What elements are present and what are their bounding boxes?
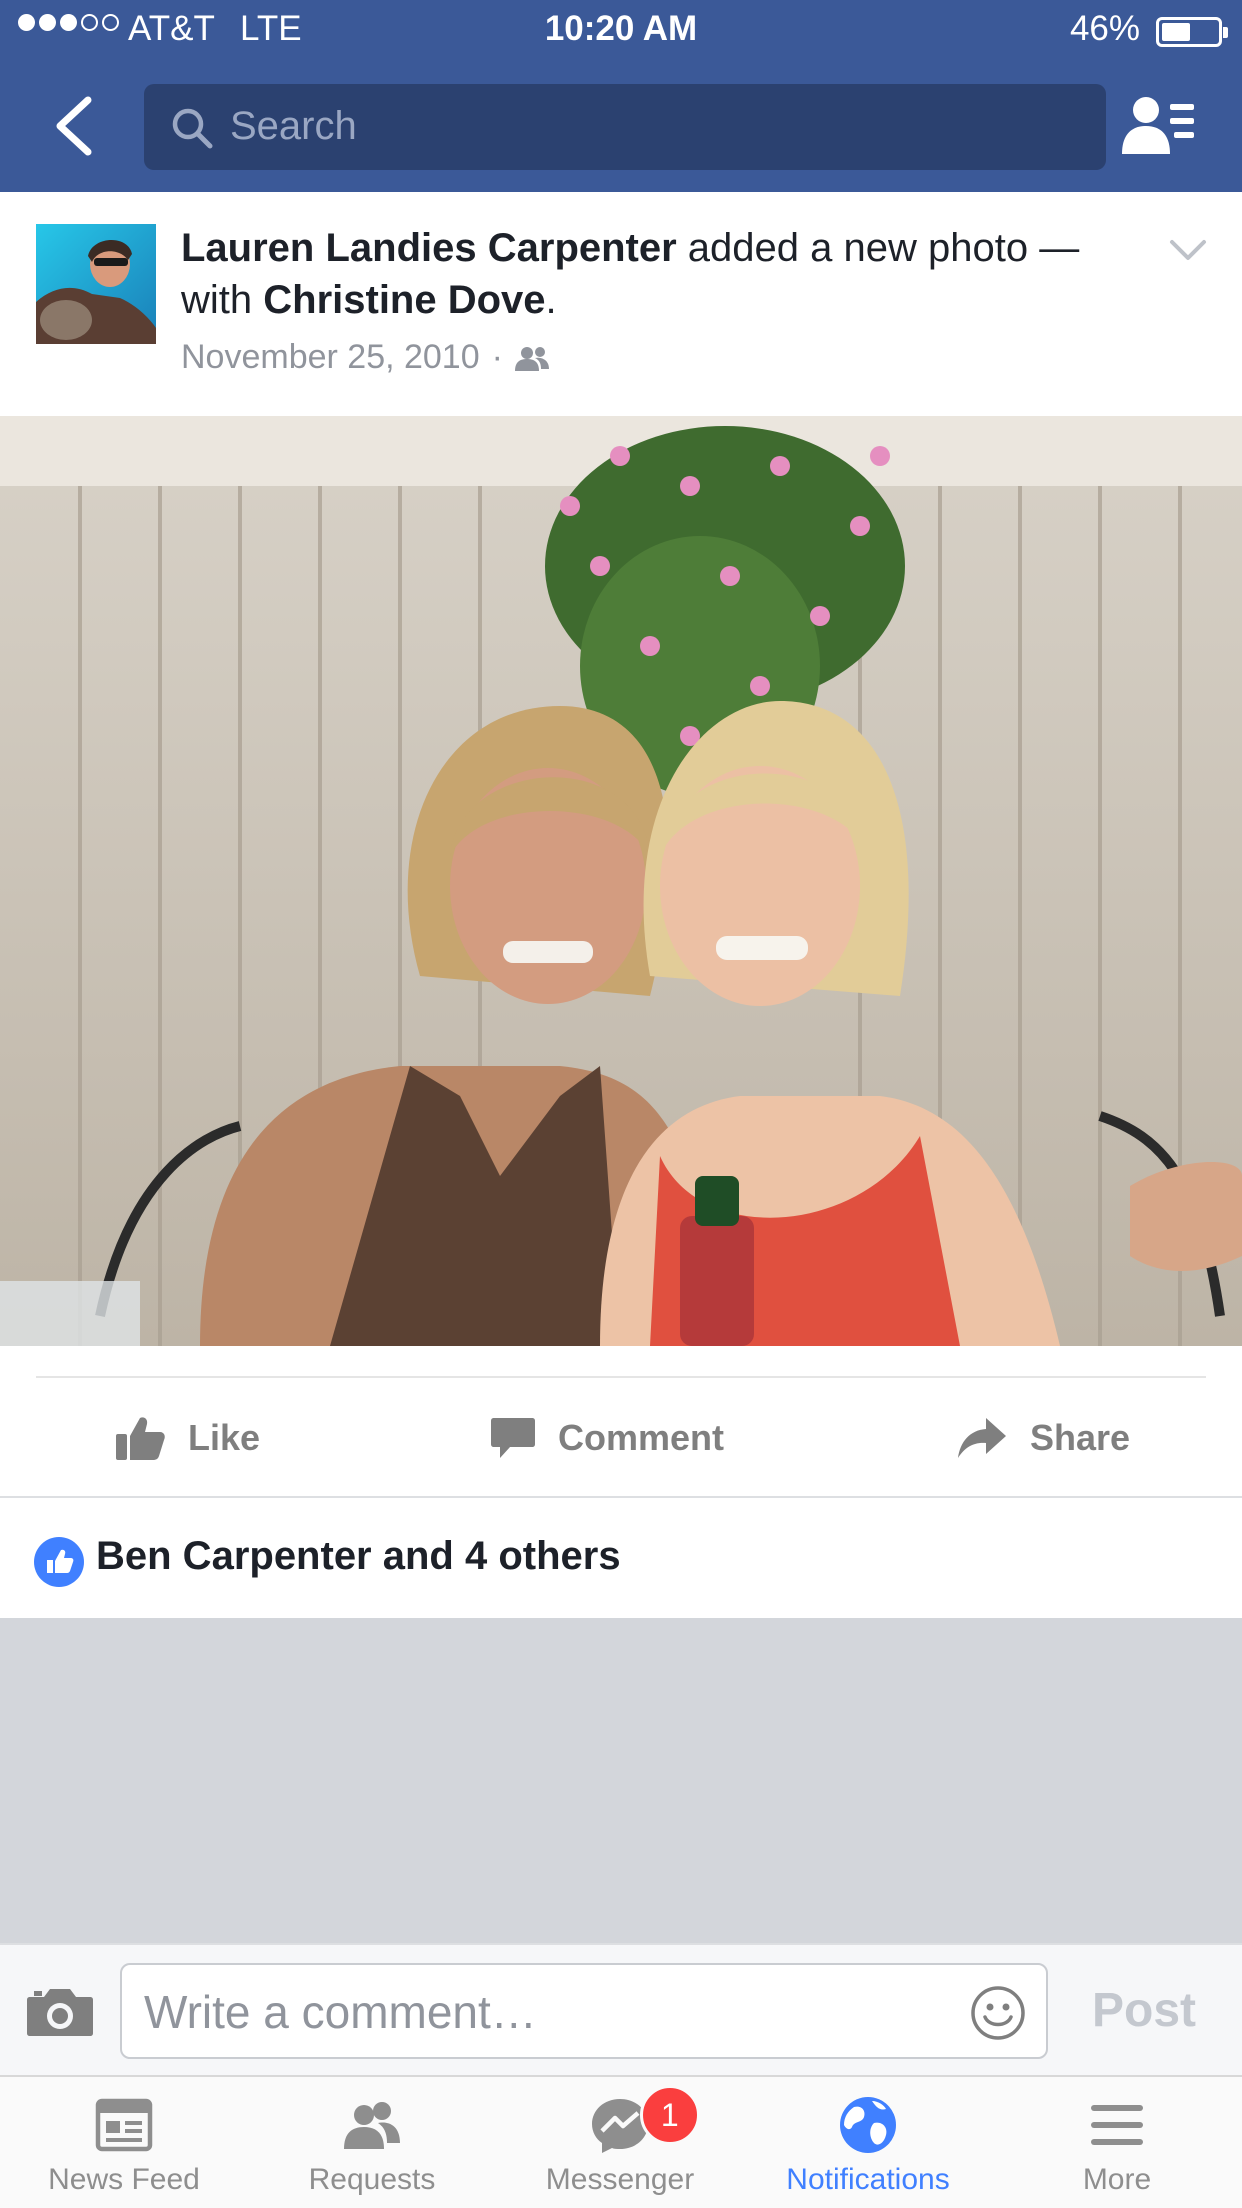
post-date[interactable]: November 25, 2010 bbox=[181, 338, 480, 377]
author-avatar[interactable] bbox=[36, 224, 156, 344]
actions-divider bbox=[36, 1376, 1206, 1378]
bottom-tab-bar: News Feed Requests 1 Messenger Notificat… bbox=[0, 2075, 1242, 2208]
search-input[interactable]: Search bbox=[144, 84, 1106, 170]
post-headline: Lauren Landies Carpenter added a new pho… bbox=[181, 222, 1131, 326]
battery-percent: 46% bbox=[1069, 9, 1140, 48]
friend-requests-icon bbox=[1122, 97, 1194, 154]
tab-label-more: More bbox=[1082, 2163, 1152, 2196]
menu-icon bbox=[1091, 2105, 1143, 2145]
status-bar: AT&T LTE 10:20 AM 46% bbox=[0, 0, 1242, 62]
post-tail: . bbox=[545, 278, 557, 322]
tab-label-notifications: Notifications bbox=[786, 2163, 950, 2196]
tagged-name-link[interactable]: Christine Dove bbox=[263, 278, 545, 322]
search-icon bbox=[172, 108, 213, 149]
camera-icon bbox=[27, 1989, 93, 2036]
camera-button[interactable] bbox=[26, 1985, 94, 2037]
battery-icon bbox=[1156, 17, 1228, 47]
comment-label: Comment bbox=[558, 1417, 725, 1458]
post-options-button[interactable] bbox=[1168, 236, 1208, 266]
share-button[interactable]: Share bbox=[956, 1380, 1130, 1496]
meta-separator: · bbox=[491, 338, 503, 376]
post-comment-button[interactable]: Post bbox=[1092, 1983, 1196, 2038]
thumbs-up-icon bbox=[116, 1417, 165, 1460]
likes-summary-row[interactable]: Ben Carpenter and 4 others bbox=[0, 1498, 1242, 1618]
tab-label-messenger: Messenger bbox=[545, 2163, 695, 2196]
tab-more[interactable]: More bbox=[992, 2077, 1242, 2208]
post-photo[interactable] bbox=[0, 416, 1242, 1346]
globe-icon bbox=[840, 2097, 896, 2153]
comment-input[interactable]: Write a comment… bbox=[120, 1963, 1048, 2059]
comment-button[interactable]: Comment bbox=[490, 1380, 724, 1496]
comments-area bbox=[0, 1618, 1242, 1943]
tab-messenger[interactable]: 1 Messenger bbox=[496, 2077, 744, 2208]
chevron-down-icon bbox=[1170, 240, 1206, 260]
likes-summary-text: Ben Carpenter and 4 others bbox=[96, 1534, 621, 1578]
share-label: Share bbox=[1030, 1417, 1131, 1458]
emoji-smiley-icon[interactable] bbox=[970, 1985, 1026, 2041]
tab-notifications[interactable]: Notifications bbox=[744, 2077, 992, 2208]
search-placeholder: Search bbox=[230, 104, 357, 148]
like-button[interactable]: Like bbox=[114, 1380, 260, 1496]
status-time: 10:20 AM bbox=[544, 9, 698, 48]
like-label: Like bbox=[188, 1417, 261, 1458]
tab-label-requests: Requests bbox=[308, 2163, 436, 2196]
author-name-link[interactable]: Lauren Landies Carpenter bbox=[181, 226, 677, 270]
share-arrow-icon bbox=[958, 1418, 1006, 1458]
top-navigation-bar: AT&T LTE 10:20 AM 46% Search bbox=[0, 0, 1242, 192]
comment-placeholder: Write a comment… bbox=[144, 1986, 537, 2038]
comment-composer: Write a comment… Post bbox=[0, 1943, 1242, 2075]
tab-label-news-feed: News Feed bbox=[48, 2163, 200, 2196]
post-actions: Like Comment Share bbox=[0, 1380, 1242, 1496]
post-header: Lauren Landies Carpenter added a new pho… bbox=[0, 192, 1242, 416]
post-meta: November 25, 2010 · bbox=[181, 338, 551, 377]
tab-news-feed[interactable]: News Feed bbox=[0, 2077, 248, 2208]
friends-audience-icon bbox=[514, 346, 549, 371]
friend-requests-button[interactable] bbox=[1120, 94, 1200, 158]
like-reaction-icon bbox=[34, 1537, 84, 1587]
chevron-left-icon bbox=[56, 96, 92, 156]
requests-icon bbox=[344, 2102, 400, 2149]
comment-icon bbox=[491, 1418, 535, 1458]
messenger-unread-badge: 1 bbox=[639, 2085, 700, 2145]
back-button[interactable] bbox=[50, 94, 98, 158]
tab-requests[interactable]: Requests bbox=[248, 2077, 496, 2208]
news-feed-icon bbox=[95, 2098, 153, 2152]
